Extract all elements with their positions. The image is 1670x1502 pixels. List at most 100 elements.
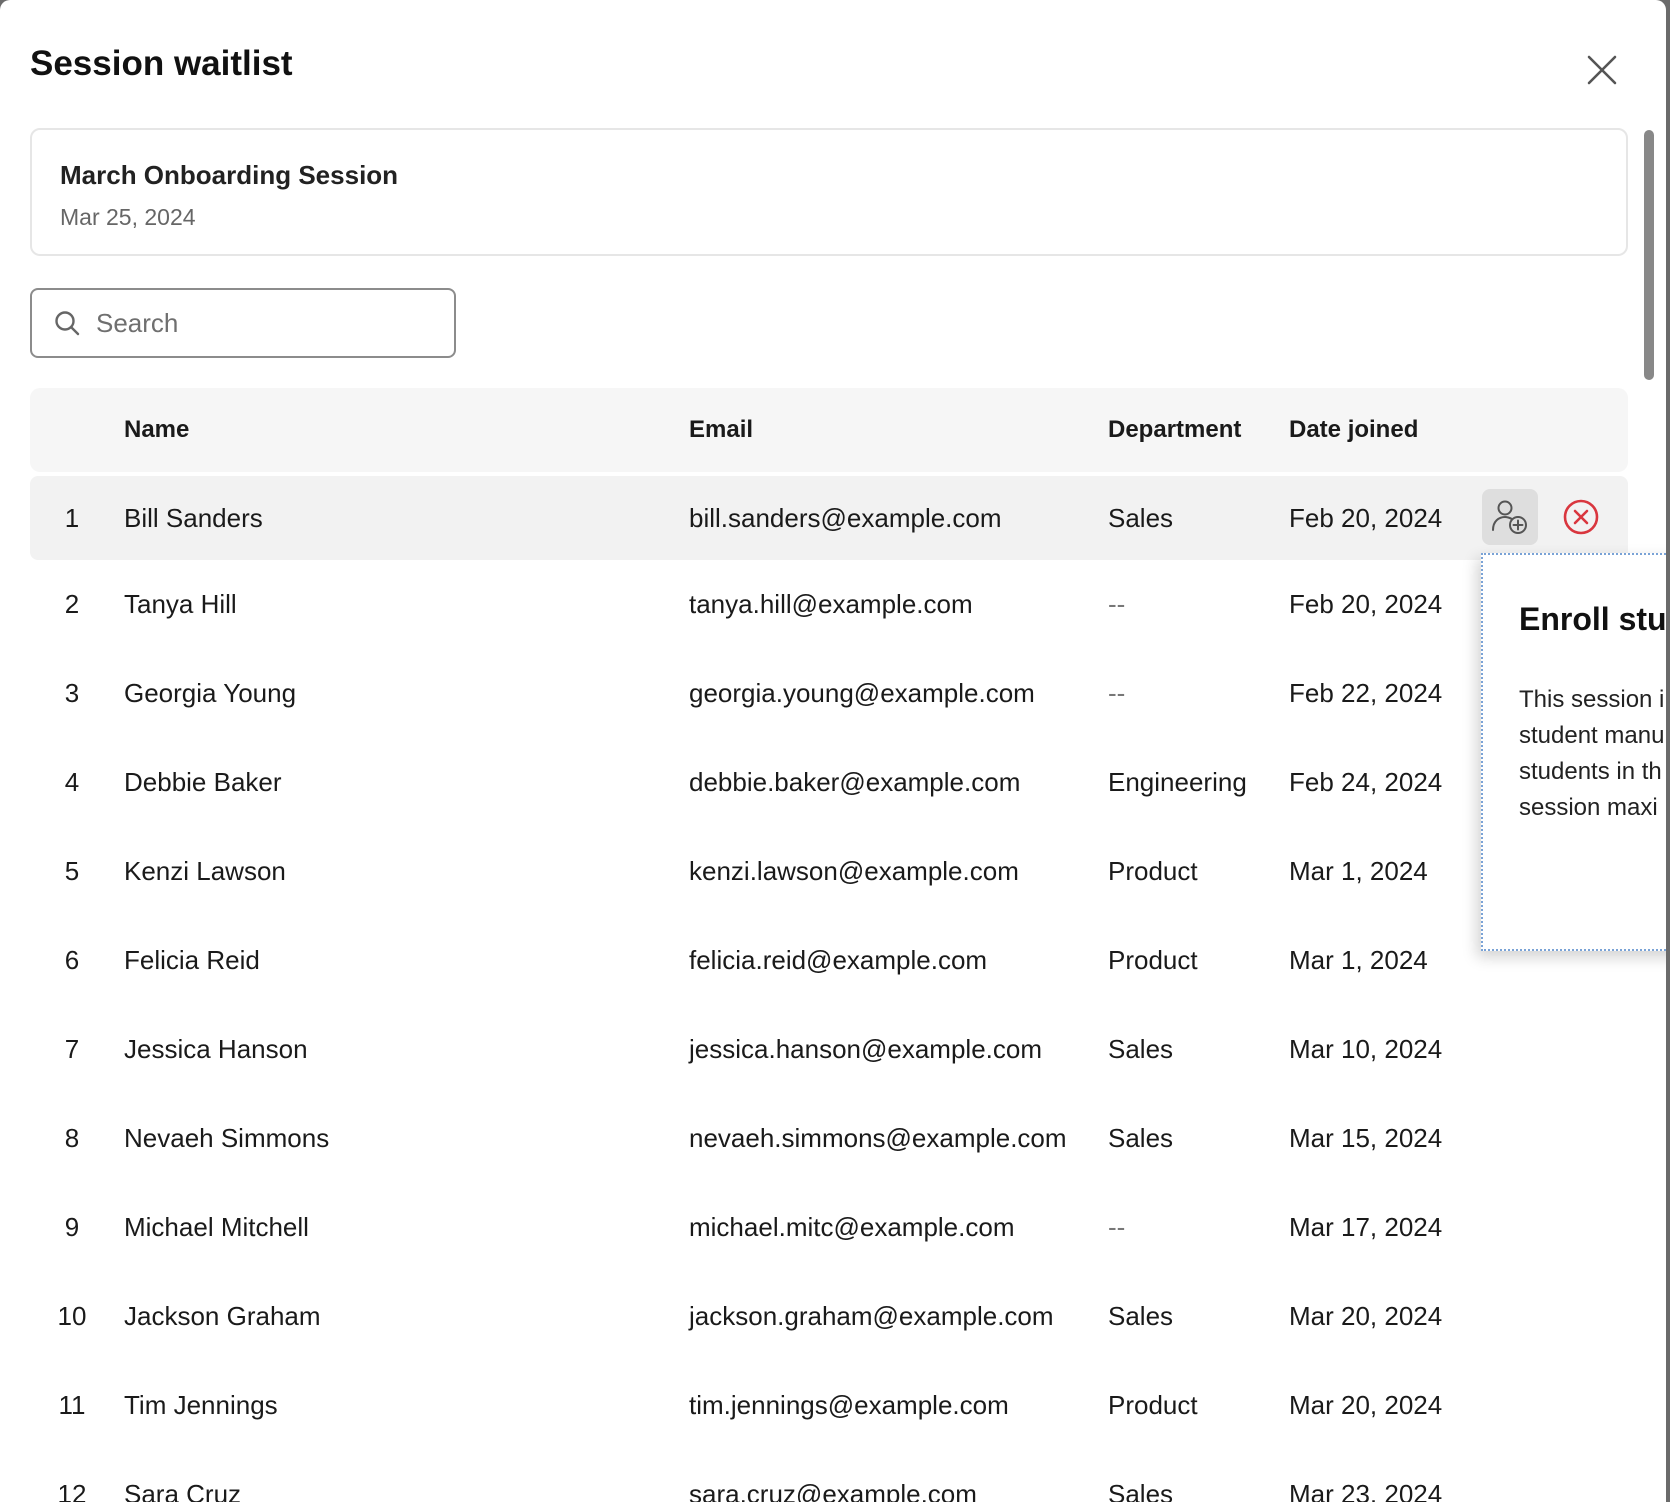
row-department: -- bbox=[1108, 1212, 1126, 1242]
close-icon bbox=[1587, 55, 1617, 85]
row-email: tanya.hill@example.com bbox=[689, 589, 973, 619]
row-name: Sara Cruz bbox=[124, 1479, 242, 1502]
row-name: Georgia Young bbox=[124, 678, 297, 708]
row-department: Engineering bbox=[1108, 767, 1247, 797]
table-row[interactable]: 8 Nevaeh Simmons nevaeh.simmons@example.co… bbox=[30, 1094, 1628, 1183]
row-number: 1 bbox=[64, 503, 80, 533]
enroll-student-button[interactable] bbox=[1482, 489, 1538, 545]
table-row[interactable]: 12 Sara Cruz sara.cruz@example.com Sales Mar… bbox=[30, 1450, 1628, 1502]
row-date-joined: Feb 20, 2024 bbox=[1289, 503, 1443, 533]
row-date-joined: Feb 20, 2024 bbox=[1289, 589, 1443, 619]
popover-body-line: This session i bbox=[1519, 686, 1665, 713]
popover-body-line: students in th bbox=[1519, 758, 1662, 785]
row-email: tim.jennings@example.com bbox=[689, 1390, 1009, 1420]
remove-circle-icon bbox=[1563, 499, 1599, 535]
row-email: michael.mitc@example.com bbox=[689, 1212, 1015, 1242]
table-row[interactable]: 1 Bill Sanders bill.sanders@example.com Sal… bbox=[30, 476, 1628, 560]
row-department: Product bbox=[1108, 1390, 1198, 1420]
row-name: Jessica Hanson bbox=[124, 1034, 308, 1064]
row-number: 4 bbox=[64, 767, 80, 797]
row-email: jackson.graham@example.com bbox=[689, 1301, 1054, 1331]
column-header-department[interactable]: Department bbox=[1108, 388, 1241, 472]
row-name: Bill Sanders bbox=[124, 503, 263, 533]
search-input[interactable] bbox=[94, 306, 418, 340]
table-row[interactable]: 3 Georgia Young georgia.young@example.com -… bbox=[30, 649, 1628, 738]
row-name: Nevaeh Simmons bbox=[124, 1123, 330, 1153]
waitlist-table: Name Email Department Date joined 1 Bill … bbox=[30, 388, 1628, 1502]
table-row[interactable]: 4 Debbie Baker debbie.baker@example.com Eng… bbox=[30, 738, 1628, 827]
row-department: Sales bbox=[1108, 1301, 1174, 1331]
row-department: -- bbox=[1108, 678, 1126, 708]
row-date-joined: Mar 10, 2024 bbox=[1289, 1034, 1443, 1064]
column-header-name[interactable]: Name bbox=[124, 388, 189, 472]
session-waitlist-modal: Session waitlist March Onboarding Sessio… bbox=[0, 0, 1666, 1502]
row-department: Sales bbox=[1108, 1034, 1174, 1064]
row-email: georgia.young@example.com bbox=[689, 678, 1035, 708]
enroll-student-popover: Enroll stu This session i student manu s… bbox=[1481, 553, 1666, 951]
table-row[interactable]: 11 Tim Jennings tim.jennings@example.com Pr… bbox=[30, 1361, 1628, 1450]
column-header-date-joined[interactable]: Date joined bbox=[1289, 388, 1418, 472]
row-name: Tanya Hill bbox=[124, 589, 237, 619]
row-date-joined: Mar 1, 2024 bbox=[1289, 945, 1428, 975]
row-number: 5 bbox=[64, 856, 80, 886]
table-body: 1 Bill Sanders bill.sanders@example.com Sal… bbox=[30, 476, 1628, 1502]
table-row[interactable]: 10 Jackson Graham jackson.graham@example.c… bbox=[30, 1272, 1628, 1361]
row-number: 6 bbox=[64, 945, 80, 975]
row-date-joined: Mar 17, 2024 bbox=[1289, 1212, 1443, 1242]
row-number: 10 bbox=[57, 1301, 87, 1331]
scrollbar[interactable] bbox=[1644, 130, 1654, 380]
remove-from-waitlist-button[interactable] bbox=[1558, 494, 1604, 540]
row-date-joined: Feb 22, 2024 bbox=[1289, 678, 1443, 708]
row-email: nevaeh.simmons@example.com bbox=[689, 1123, 1067, 1153]
row-name: Tim Jennings bbox=[124, 1390, 278, 1420]
popover-body-line: student manu bbox=[1519, 722, 1665, 749]
row-number: 11 bbox=[58, 1390, 86, 1420]
table-header: Name Email Department Date joined bbox=[30, 388, 1628, 472]
table-row[interactable]: 9 Michael Mitchell michael.mitc@example.co… bbox=[30, 1183, 1628, 1272]
row-date-joined: Mar 20, 2024 bbox=[1289, 1390, 1443, 1420]
row-email: jessica.hanson@example.com bbox=[689, 1034, 1043, 1064]
row-name: Jackson Graham bbox=[124, 1301, 321, 1331]
row-number: 2 bbox=[64, 589, 80, 619]
row-date-joined: Feb 24, 2024 bbox=[1289, 767, 1443, 797]
row-name: Debbie Baker bbox=[124, 767, 282, 797]
row-number: 8 bbox=[64, 1123, 80, 1153]
table-row[interactable]: 6 Felicia Reid felicia.reid@example.com Pro… bbox=[30, 916, 1628, 1005]
popover-body-line: session maxi bbox=[1519, 794, 1658, 821]
row-number: 9 bbox=[64, 1212, 80, 1242]
row-email: sara.cruz@example.com bbox=[689, 1479, 977, 1502]
table-row[interactable]: 7 Jessica Hanson jessica.hanson@example.co… bbox=[30, 1005, 1628, 1094]
row-department: Product bbox=[1108, 945, 1198, 975]
close-button[interactable] bbox=[1574, 42, 1630, 98]
popover-title: Enroll stu bbox=[1519, 601, 1666, 637]
session-date: Mar 25, 2024 bbox=[60, 204, 196, 230]
search-box[interactable] bbox=[30, 288, 456, 358]
row-number: 12 bbox=[57, 1479, 87, 1502]
row-department: Sales bbox=[1108, 1479, 1174, 1502]
session-card: March Onboarding Session Mar 25, 2024 bbox=[30, 128, 1628, 256]
row-department: Product bbox=[1108, 856, 1198, 886]
row-department: Sales bbox=[1108, 1123, 1174, 1153]
table-row[interactable]: 5 Kenzi Lawson kenzi.lawson@example.com Pro… bbox=[30, 827, 1628, 916]
row-email: bill.sanders@example.com bbox=[689, 503, 1002, 533]
search-icon bbox=[55, 311, 80, 336]
row-date-joined: Mar 1, 2024 bbox=[1289, 856, 1428, 886]
table-row[interactable]: 2 Tanya Hill tanya.hill@example.com -- Feb 2… bbox=[30, 560, 1628, 649]
session-name: March Onboarding Session bbox=[60, 160, 399, 190]
row-name: Kenzi Lawson bbox=[124, 856, 286, 886]
row-number: 7 bbox=[64, 1034, 80, 1064]
row-email: kenzi.lawson@example.com bbox=[689, 856, 1019, 886]
column-header-email[interactable]: Email bbox=[689, 388, 753, 472]
row-date-joined: Mar 15, 2024 bbox=[1289, 1123, 1443, 1153]
row-name: Michael Mitchell bbox=[124, 1212, 309, 1242]
row-email: felicia.reid@example.com bbox=[689, 945, 988, 975]
row-number: 3 bbox=[64, 678, 80, 708]
popover-body: This session i student manu students in … bbox=[1519, 682, 1666, 826]
modal-title: Session waitlist bbox=[30, 44, 293, 83]
row-email: debbie.baker@example.com bbox=[689, 767, 1021, 797]
row-date-joined: Mar 20, 2024 bbox=[1289, 1301, 1443, 1331]
row-name: Felicia Reid bbox=[124, 945, 260, 975]
row-department: Sales bbox=[1108, 503, 1174, 533]
row-date-joined: Mar 23, 2024 bbox=[1289, 1479, 1443, 1502]
add-user-icon bbox=[1492, 500, 1527, 534]
